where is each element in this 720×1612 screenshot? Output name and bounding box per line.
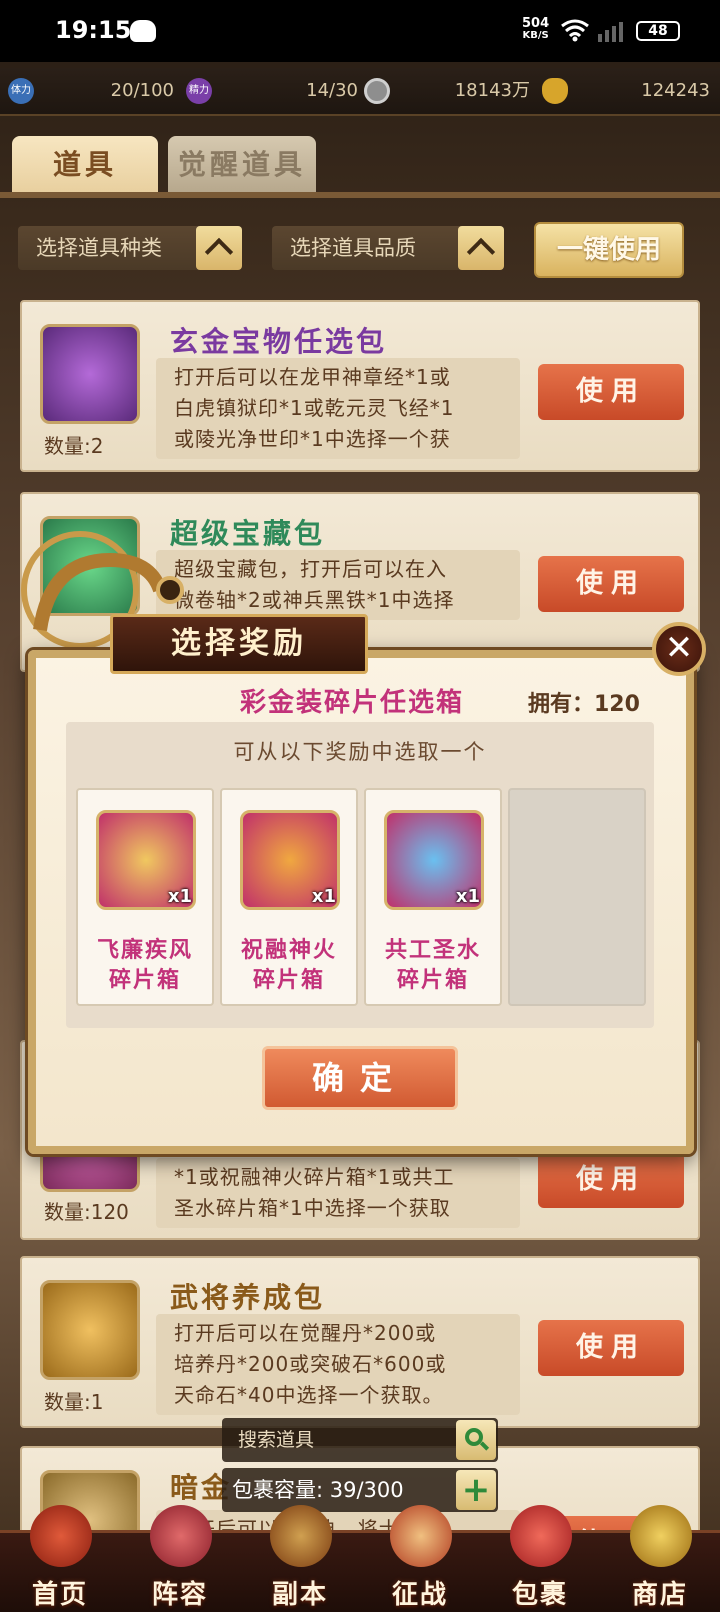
reward-option[interactable]: x1 祝融神火 碎片箱 xyxy=(220,788,358,1006)
reward-option[interactable]: x1 共工圣水 碎片箱 xyxy=(364,788,502,1006)
reward-name-line: 飞廉疾风 xyxy=(96,938,193,963)
close-icon[interactable]: ✕ xyxy=(652,622,706,676)
app-notification-icon xyxy=(130,20,156,42)
reward-name-line: 碎片箱 xyxy=(108,968,181,993)
battery-indicator: 48 xyxy=(636,21,680,41)
confirm-button[interactable]: 确定 xyxy=(262,1046,458,1110)
reward-name-line: 碎片箱 xyxy=(252,968,325,993)
reward-name: 共工圣水 碎片箱 xyxy=(366,936,500,996)
network-speed: 504 KB/S xyxy=(522,16,550,42)
modal-title: 选择奖励 xyxy=(110,614,368,674)
status-bar: 19:15 504 KB/S 48 xyxy=(0,0,720,62)
wifi-icon xyxy=(561,19,589,42)
status-time: 19:15 xyxy=(55,16,132,44)
reward-option[interactable]: x1 飞廉疾风 碎片箱 xyxy=(76,788,214,1006)
reward-name-line: 祝融神火 xyxy=(240,938,337,963)
reward-name: 祝融神火 碎片箱 xyxy=(222,936,356,996)
reward-empty-slot xyxy=(508,788,646,1006)
reward-count: x1 xyxy=(167,886,192,907)
box-name: 彩金装碎片任选箱 xyxy=(240,688,465,718)
net-speed-unit: KB/S xyxy=(522,30,549,41)
reward-name: 飞廉疾风 碎片箱 xyxy=(78,936,212,996)
reward-name-line: 共工圣水 xyxy=(384,938,481,963)
reward-hint: 可从以下奖励中选取一个 xyxy=(233,740,487,764)
reward-name-line: 碎片箱 xyxy=(396,968,469,993)
owned-count: 拥有：120 xyxy=(528,692,640,717)
signal-icon xyxy=(598,22,623,42)
reward-count: x1 xyxy=(311,886,336,907)
reward-count: x1 xyxy=(455,886,480,907)
net-speed-value: 504 xyxy=(522,16,550,31)
